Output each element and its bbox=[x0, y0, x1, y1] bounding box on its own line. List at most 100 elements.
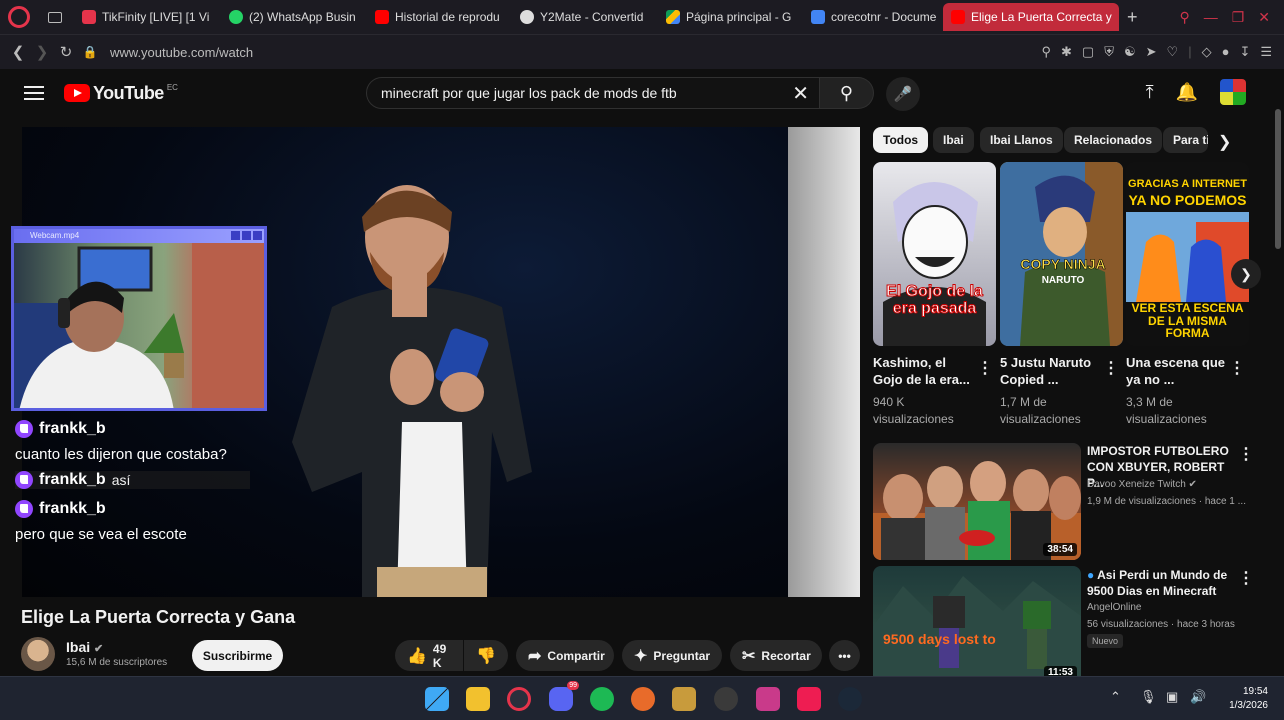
more-actions-button[interactable]: ••• bbox=[829, 640, 860, 671]
short-title[interactable]: 5 Justu Naruto Copied ... bbox=[1000, 354, 1100, 388]
lock-icon[interactable]: 🔒 bbox=[78, 45, 102, 59]
youtube-favicon-icon bbox=[951, 10, 965, 24]
scrollbar-thumb[interactable] bbox=[1275, 109, 1281, 249]
search-tabs-icon[interactable]: ⚲ bbox=[1179, 9, 1189, 26]
opera-logo-icon[interactable] bbox=[8, 6, 30, 28]
more-vertical-icon[interactable]: ⋮ bbox=[1229, 358, 1245, 378]
minimize-button[interactable]: — bbox=[1204, 9, 1218, 26]
new-tab-button[interactable]: + bbox=[1119, 7, 1146, 28]
spotify-icon[interactable] bbox=[590, 687, 614, 711]
voice-search-button[interactable]: 🎤 bbox=[886, 77, 920, 111]
twitch-icon bbox=[15, 471, 33, 489]
youtube-logo[interactable]: YouTube EC bbox=[64, 83, 178, 104]
recommended-title[interactable]: ● Asi Perdi un Mundo de 9500 Dias en Min… bbox=[1087, 567, 1237, 599]
ask-button[interactable]: ✦ Preguntar bbox=[622, 640, 722, 671]
translate-icon[interactable]: ☯ bbox=[1124, 44, 1136, 60]
file-explorer-icon[interactable] bbox=[466, 687, 490, 711]
chip-para-ti[interactable]: Para ti bbox=[1163, 127, 1208, 153]
league-of-legends-icon[interactable] bbox=[672, 687, 696, 711]
tab-y2mate[interactable]: Y2Mate - Convertid bbox=[512, 3, 658, 31]
channel-name[interactable]: Ibai ✔ bbox=[66, 639, 103, 655]
profile-icon[interactable]: ● bbox=[1222, 44, 1230, 60]
chips-next-icon[interactable]: ❯ bbox=[1218, 132, 1231, 152]
discord-icon[interactable]: 99 bbox=[549, 681, 579, 711]
display-tray-icon[interactable]: ▣ bbox=[1166, 689, 1178, 705]
share-button[interactable]: ➦ Compartir bbox=[516, 640, 614, 671]
upload-icon[interactable]: ⤒ bbox=[1146, 82, 1154, 103]
background-light-panel bbox=[788, 127, 860, 597]
tiktok-icon[interactable] bbox=[797, 687, 821, 711]
obs-icon[interactable] bbox=[714, 687, 738, 711]
snapshot-icon[interactable]: ▢ bbox=[1082, 44, 1094, 60]
short-thumbnail[interactable]: COPY NINJA NARUTO bbox=[1000, 162, 1123, 346]
chip-relacionados[interactable]: Relacionados bbox=[1064, 127, 1163, 153]
zoom-icon[interactable]: ⚲ bbox=[1041, 44, 1051, 60]
pin-icon[interactable]: ✱ bbox=[1061, 44, 1072, 60]
share-icon: ➦ bbox=[528, 647, 542, 665]
tab-workspaces-icon[interactable] bbox=[40, 3, 74, 31]
tab-whatsapp[interactable]: (2) WhatsApp Busin bbox=[221, 3, 367, 31]
clip-button[interactable]: ✂ Recortar bbox=[730, 640, 822, 671]
volume-icon[interactable]: 🔊 bbox=[1190, 689, 1206, 705]
tab-tikfinity[interactable]: TikFinity [LIVE] [1 Vi bbox=[74, 3, 221, 31]
clear-search-icon[interactable]: ✕ bbox=[792, 81, 809, 106]
more-vertical-icon[interactable]: ⋮ bbox=[1238, 568, 1254, 588]
tab-drive[interactable]: Página principal - G bbox=[658, 3, 803, 31]
recommended-thumbnail[interactable]: 38:54 bbox=[873, 443, 1081, 560]
dislike-button[interactable]: 👎 bbox=[464, 640, 508, 671]
subscribe-button[interactable]: Suscribirme bbox=[192, 640, 283, 671]
page-scrollbar[interactable] bbox=[1272, 69, 1284, 677]
start-menu-icon[interactable] bbox=[425, 687, 449, 711]
more-vertical-icon[interactable]: ⋮ bbox=[977, 358, 993, 378]
chip-ibai-llanos[interactable]: Ibai Llanos bbox=[980, 127, 1063, 153]
close-window-button[interactable]: ✕ bbox=[1258, 9, 1270, 26]
tab-current-video[interactable]: Elige La Puerta Correcta y bbox=[943, 3, 1119, 31]
tab-historial[interactable]: Historial de reprodu bbox=[367, 3, 512, 31]
forward-icon[interactable]: ❯ bbox=[30, 43, 54, 61]
show-hidden-icons-icon[interactable]: ⌃ bbox=[1110, 689, 1121, 705]
shield-icon[interactable]: ⛨ bbox=[1104, 44, 1114, 60]
microphone-tray-icon[interactable]: 🎙 bbox=[1140, 689, 1157, 705]
tab-docs[interactable]: corecotnr - Docume bbox=[803, 3, 943, 31]
back-icon[interactable]: ❮ bbox=[6, 43, 30, 61]
restore-button[interactable]: ❐ bbox=[1232, 9, 1245, 26]
tikfinity-app-icon[interactable] bbox=[756, 687, 780, 711]
chat-message: frankk_b así bbox=[15, 471, 251, 489]
shorts-next-button[interactable]: ❯ bbox=[1231, 259, 1261, 289]
microphone-app-icon[interactable] bbox=[631, 687, 655, 711]
chip-todos[interactable]: Todos bbox=[873, 127, 929, 153]
download-icon[interactable]: ↧ bbox=[1239, 44, 1250, 60]
more-horizontal-icon: ••• bbox=[838, 648, 851, 663]
extensions-icon[interactable]: ◇ bbox=[1202, 44, 1212, 60]
opera-gx-icon[interactable] bbox=[507, 687, 531, 711]
channel-avatar[interactable] bbox=[21, 637, 55, 671]
recommended-channel[interactable]: Davoo Xeneize Twitch ✔ bbox=[1087, 479, 1257, 490]
search-input[interactable]: minecraft por que jugar los pack de mods… bbox=[366, 77, 820, 109]
url-field[interactable]: www.youtube.com/watch bbox=[110, 45, 253, 60]
menu-icon[interactable] bbox=[24, 82, 44, 104]
easy-setup-icon[interactable]: ☰ bbox=[1260, 44, 1272, 60]
chip-ibai[interactable]: Ibai bbox=[933, 127, 974, 153]
system-clock[interactable]: 19:54 1/3/2026 bbox=[1216, 685, 1268, 713]
notifications-bell-icon[interactable]: 🔔 bbox=[1176, 82, 1198, 103]
windows-taskbar: 99 ⌃ 🎙 ▣ 🔊 19:54 1/3/2026 bbox=[0, 676, 1284, 720]
short-thumbnail[interactable]: El Gojo de la era pasada bbox=[873, 162, 996, 346]
account-avatar[interactable] bbox=[1220, 79, 1246, 105]
more-vertical-icon[interactable]: ⋮ bbox=[1103, 358, 1119, 378]
short-title[interactable]: Kashimo, el Gojo de la era... bbox=[873, 354, 973, 388]
chat-message-text: cuanto les dijeron que costaba? bbox=[15, 446, 227, 463]
drive-favicon-icon bbox=[666, 10, 680, 24]
separator: | bbox=[1188, 44, 1192, 59]
search-button[interactable]: ⚲ bbox=[820, 77, 874, 109]
recommended-channel[interactable]: AngelOnline bbox=[1087, 602, 1257, 613]
reload-icon[interactable]: ↻ bbox=[54, 43, 78, 61]
recommended-thumbnail[interactable]: 9500 days lost to 11:53 bbox=[873, 566, 1081, 683]
y2mate-favicon-icon bbox=[520, 10, 534, 24]
short-title[interactable]: Una escena que ya no ... bbox=[1126, 354, 1226, 388]
steam-icon[interactable] bbox=[838, 687, 862, 711]
heart-icon[interactable]: ♡ bbox=[1167, 44, 1179, 60]
short-thumbnail[interactable]: GRACIAS A INTERNET YA NO PODEMOS VER EST… bbox=[1126, 162, 1249, 346]
send-icon[interactable]: ➤ bbox=[1146, 44, 1157, 60]
like-button[interactable]: 👍 49 K bbox=[395, 640, 463, 671]
more-vertical-icon[interactable]: ⋮ bbox=[1238, 444, 1254, 464]
